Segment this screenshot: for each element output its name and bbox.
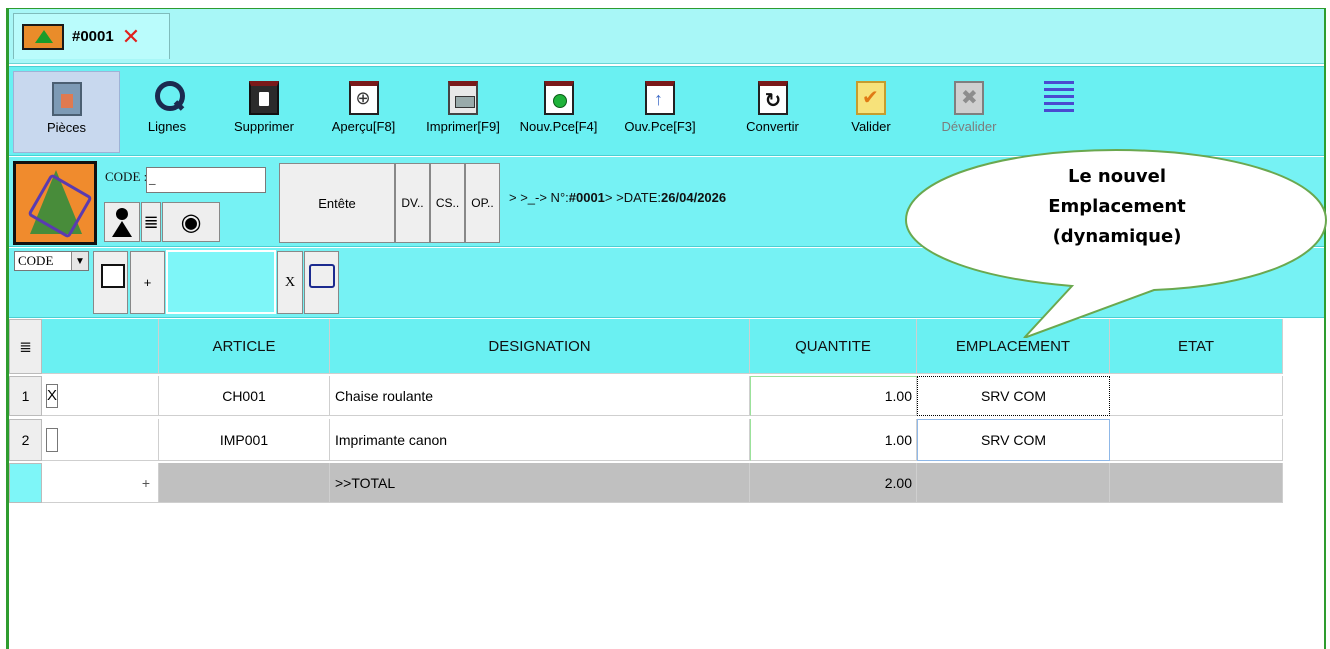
document-number: #0001	[568, 190, 605, 205]
imprimer-button[interactable]: Imprimer[F9]	[418, 71, 508, 153]
callout-line-3: (dynamique)	[1052, 226, 1182, 247]
cell-designation[interactable]: Chaise roulante	[330, 376, 750, 416]
chevron-down-icon[interactable]: ▼	[71, 252, 88, 270]
convertir-label: Convertir	[746, 119, 799, 134]
dv-button[interactable]: DV..	[395, 163, 430, 243]
document-date: 26/04/2026	[661, 190, 727, 205]
table-row[interactable]: 2 IMP001 Imprimante canon 1.00 SRV COM	[9, 419, 1299, 461]
total-row-marker	[9, 463, 42, 503]
view-button[interactable]: ◉	[162, 202, 220, 242]
cell-etat[interactable]	[1110, 376, 1283, 416]
search-icon	[152, 81, 185, 115]
cell-designation[interactable]: Imprimante canon	[330, 419, 750, 461]
total-article-cell	[159, 463, 330, 503]
logo-icon	[13, 161, 97, 245]
apercu-button[interactable]: Aperçu[F8]	[321, 71, 406, 153]
total-label: >>TOTAL	[330, 463, 750, 503]
devalider-label: Dévalider	[941, 119, 997, 134]
unvalidate-icon	[954, 81, 984, 115]
pieces-button[interactable]: Pièces	[13, 71, 120, 153]
ouv-pce-label: Ouv.Pce[F3]	[624, 119, 696, 134]
row-checkbox[interactable]	[46, 427, 58, 452]
total-quantite: 2.00	[750, 463, 917, 503]
cell-article[interactable]: CH001	[159, 376, 330, 416]
valider-label: Valider	[851, 119, 891, 134]
close-tab-icon[interactable]: ✕	[122, 25, 140, 48]
convert-icon	[757, 81, 788, 115]
validate-icon	[856, 81, 886, 115]
cell-emplacement[interactable]: SRV COM	[917, 419, 1110, 461]
calendar-button[interactable]	[93, 251, 128, 314]
code-input[interactable]: _	[146, 167, 266, 193]
cell-article[interactable]: IMP001	[159, 419, 330, 461]
cell-etat[interactable]	[1110, 419, 1283, 461]
cart-button[interactable]	[304, 251, 339, 314]
table-row[interactable]: 1 X CH001 Chaise roulante 1.00 SRV COM	[9, 376, 1299, 416]
cell-quantite[interactable]: 1.00	[750, 376, 917, 416]
callout-line-1: Le nouvel	[1067, 166, 1167, 187]
table-total-row: + >>TOTAL 2.00	[9, 463, 1299, 503]
column-header-article[interactable]: ARTICLE	[159, 319, 330, 374]
supprimer-label: Supprimer	[234, 119, 294, 134]
row-checkbox-cell[interactable]	[42, 419, 159, 461]
cs-button[interactable]: CS..	[430, 163, 465, 243]
convertir-button[interactable]: Convertir	[735, 71, 810, 153]
app-window: #0001 ✕ Pièces Lignes Supprimer Aperçu[F…	[0, 0, 1330, 649]
eye-icon: ◉	[180, 208, 202, 236]
menu-icon	[1044, 81, 1074, 115]
menu-button[interactable]	[1039, 71, 1079, 153]
header-info: > >_-> N°:#0001> >DATE:26/04/2026	[509, 190, 726, 205]
column-menu-icon[interactable]: ≣	[9, 319, 42, 374]
column-header-designation[interactable]: DESIGNATION	[330, 319, 750, 374]
row-checkbox-cell[interactable]: X	[42, 376, 159, 416]
info-prefix: > >_-> N°:	[509, 190, 569, 205]
add-line-icon[interactable]: +	[42, 463, 159, 503]
total-emplacement-cell	[917, 463, 1110, 503]
cell-emplacement[interactable]: SRV COM	[917, 376, 1110, 416]
open-document-icon	[645, 81, 675, 115]
tab-title: #0001	[72, 28, 114, 45]
list-button[interactable]: ≣	[141, 202, 161, 242]
client-button[interactable]	[104, 202, 140, 242]
multiply-label: X	[277, 251, 303, 314]
valider-button[interactable]: Valider	[841, 71, 901, 153]
row-number: 1	[9, 376, 42, 416]
lignes-label: Lignes	[147, 119, 187, 134]
new-document-icon	[543, 81, 574, 115]
trash-icon	[249, 81, 279, 115]
list-icon: ≣	[143, 211, 159, 232]
plus-button[interactable]: +	[130, 251, 165, 314]
tab-bar: #0001 ✕	[9, 9, 1324, 64]
cell-quantite[interactable]: 1.00	[750, 419, 917, 461]
callout-line-2: Emplacement	[1048, 196, 1186, 217]
toolbar: Pièces Lignes Supprimer Aperçu[F8] Impri…	[9, 66, 1324, 156]
callout-text: Le nouvel Emplacement (dynamique)	[1032, 162, 1202, 252]
pieces-label: Pièces	[46, 120, 87, 135]
tab-document[interactable]: #0001 ✕	[13, 13, 170, 59]
entete-button[interactable]: Entête	[279, 163, 395, 243]
callout-bubble: Le nouvel Emplacement (dynamique)	[904, 148, 1328, 338]
row-number: 2	[9, 419, 42, 461]
printer-icon	[448, 81, 478, 115]
quantity-input[interactable]	[166, 250, 276, 314]
apercu-label: Aperçu[F8]	[331, 119, 396, 134]
ouv-pce-button[interactable]: Ouv.Pce[F3]	[615, 71, 705, 153]
op-button[interactable]: OP..	[465, 163, 500, 243]
app-logo-icon	[22, 23, 64, 50]
nouv-pce-label: Nouv.Pce[F4]	[519, 119, 598, 134]
supprimer-button[interactable]: Supprimer	[224, 71, 304, 153]
row-checkbox[interactable]: X	[46, 383, 58, 408]
preview-icon	[348, 81, 379, 115]
total-etat-cell	[1110, 463, 1283, 503]
nouv-pce-button[interactable]: Nouv.Pce[F4]	[511, 71, 606, 153]
column-header-quantite[interactable]: QUANTITE	[750, 319, 917, 374]
lignes-button[interactable]: Lignes	[137, 71, 197, 153]
column-header-select	[42, 319, 159, 374]
info-date-label: > >DATE:	[604, 190, 662, 205]
house-icon	[51, 82, 82, 116]
code-label: CODE :	[105, 169, 148, 184]
devalider-button: Dévalider	[934, 71, 1004, 153]
imprimer-label: Imprimer[F9]	[426, 119, 500, 134]
